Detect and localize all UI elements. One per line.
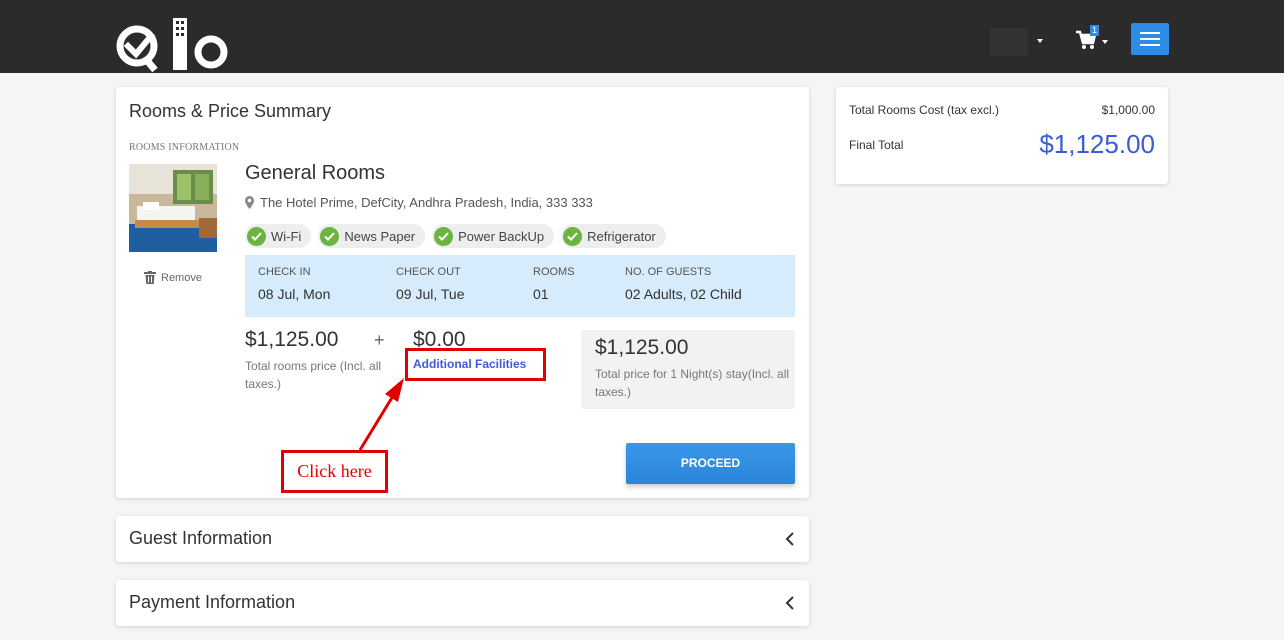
address-text: The Hotel Prime, DefCity, Andhra Pradesh…: [260, 195, 593, 210]
checkout-value: 09 Jul, Tue: [396, 286, 465, 302]
chevron-left-icon[interactable]: [785, 596, 795, 610]
amenity-chip: Wi-Fi: [245, 224, 312, 248]
cart-count-badge: 1: [1090, 25, 1099, 36]
hamburger-menu-button[interactable]: [1131, 23, 1169, 55]
checkout-label: CHECK OUT: [396, 266, 461, 278]
amenity-label: Refrigerator: [587, 228, 656, 244]
accordion-title: Guest Information: [129, 528, 273, 548]
top-navbar: 1: [0, 0, 1284, 73]
total-price-note: Total price for 1 Night(s) stay(Incl. al…: [595, 367, 790, 399]
amenity-chip: News Paper: [318, 224, 426, 248]
room-thumbnail: [129, 164, 217, 252]
check-icon: [247, 226, 266, 246]
check-icon: [320, 226, 340, 246]
checkin-column: CHECK IN 08 Jul, Mon: [258, 266, 330, 302]
user-avatar[interactable]: [990, 28, 1028, 56]
rooms-price-summary-card: Rooms & Price Summary ROOMS INFORMATION …: [116, 87, 809, 498]
rooms-cost-label: Total Rooms Cost (tax excl.): [849, 103, 1000, 117]
final-total-label: Final Total: [849, 137, 904, 152]
check-icon: [563, 226, 583, 246]
map-pin-icon: [245, 196, 254, 209]
proceed-button[interactable]: PROCEED: [626, 443, 795, 484]
click-here-annotation: Click here: [281, 450, 388, 493]
order-totals-card: Total Rooms Cost (tax excl.) $1,000.00 F…: [836, 87, 1168, 184]
cart-dropdown-caret-icon[interactable]: [1102, 40, 1108, 44]
amenity-list: Wi-Fi News Paper Power BackUp Refrigerat…: [245, 224, 666, 248]
hamburger-icon: [1140, 32, 1160, 34]
rooms-value: 01: [533, 286, 549, 302]
highlight-box: [405, 348, 546, 381]
user-dropdown-caret-icon[interactable]: [1037, 39, 1043, 43]
accordion-title: Payment Information: [129, 592, 296, 612]
remove-room-button[interactable]: Remove: [144, 271, 202, 284]
remove-label: Remove: [161, 271, 202, 284]
amenity-label: News Paper: [344, 228, 416, 244]
section-label: ROOMS INFORMATION: [129, 142, 240, 153]
check-icon: [434, 226, 454, 246]
payment-information-accordion[interactable]: Payment Information: [116, 580, 809, 626]
guests-label: NO. OF GUESTS: [625, 266, 712, 278]
amenity-label: Wi-Fi: [271, 228, 302, 244]
guests-value: 02 Adults, 02 Child: [625, 286, 742, 302]
guests-column: NO. OF GUESTS 02 Adults, 02 Child: [625, 266, 742, 302]
rooms-cost-row: Total Rooms Cost (tax excl.) $1,000.00: [849, 103, 1155, 117]
rooms-column: ROOMS 01: [533, 266, 575, 302]
checkin-label: CHECK IN: [258, 266, 311, 278]
rooms-price-note: Total rooms price (Incl. all taxes.): [245, 359, 382, 391]
checkin-value: 08 Jul, Mon: [258, 286, 331, 302]
rooms-cost-value: $1,000.00: [1101, 103, 1155, 117]
total-price-box: $1,125.00 Total price for 1 Night(s) sta…: [581, 330, 795, 409]
plus-sign: +: [374, 330, 385, 350]
qlo-logo[interactable]: [115, 16, 230, 72]
card-title: Rooms & Price Summary: [129, 101, 332, 121]
total-price: $1,125.00: [595, 336, 689, 359]
hotel-address: The Hotel Prime, DefCity, Andhra Pradesh…: [245, 195, 593, 210]
booking-info-band: CHECK IN 08 Jul, Mon CHECK OUT 09 Jul, T…: [245, 255, 795, 317]
rooms-price: $1,125.00: [245, 328, 339, 351]
trash-icon: [144, 271, 156, 284]
room-name: General Rooms: [245, 162, 386, 184]
amenity-chip: Power BackUp: [432, 224, 555, 248]
checkout-column: CHECK OUT 09 Jul, Tue: [396, 266, 465, 302]
amenity-label: Power BackUp: [458, 228, 545, 244]
final-total-value: $1,125.00: [1039, 129, 1155, 159]
chevron-left-icon[interactable]: [785, 532, 795, 546]
guest-information-accordion[interactable]: Guest Information: [116, 516, 809, 562]
amenity-chip: Refrigerator: [561, 224, 666, 248]
final-total-row: Final Total $1,125.00: [849, 129, 1155, 160]
rooms-label: ROOMS: [533, 266, 575, 278]
